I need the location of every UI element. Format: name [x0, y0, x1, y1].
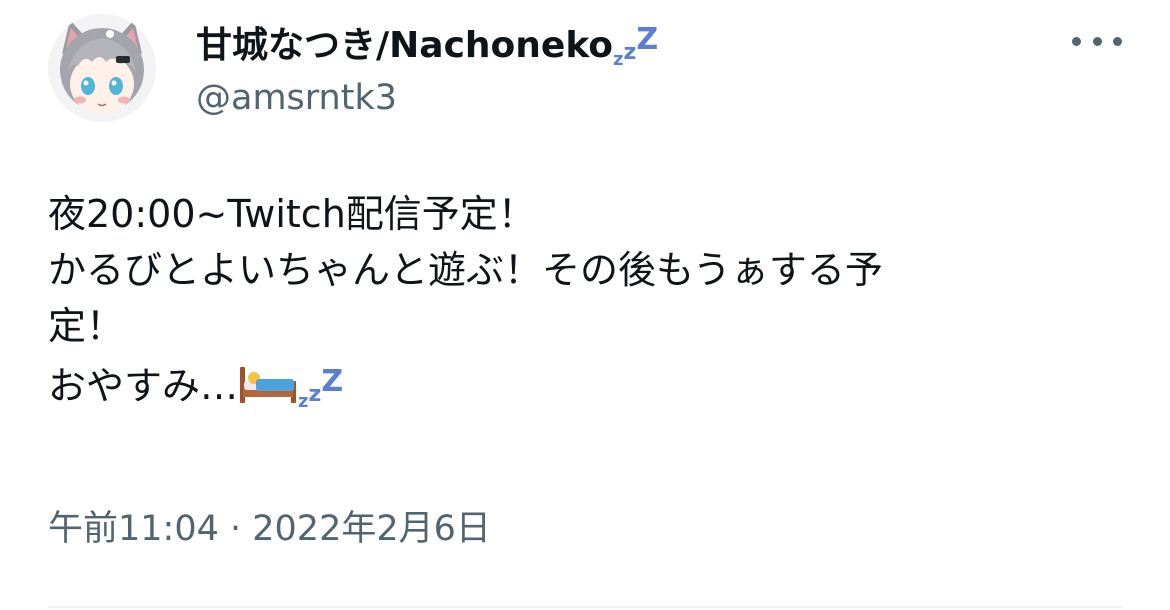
- user-handle[interactable]: @amsrntk3: [196, 76, 397, 120]
- more-dot: [1092, 36, 1102, 46]
- tweet-text: 夜20:00~Twitch配信予定！ かるびとよいちゃんと遊ぶ！その後もうぁする…: [48, 186, 1048, 430]
- tweet-line-text: おやすみ…: [48, 364, 239, 408]
- display-name-text: 甘城なつき/Nachoneko: [196, 25, 614, 66]
- tweet-line-last: おやすみ… zzZ: [48, 354, 1048, 430]
- zzz-sleep-icon: zzZ: [298, 364, 344, 412]
- tweet-date: 2022年2月6日: [252, 509, 491, 549]
- more-dot: [1113, 36, 1122, 46]
- bed-emoji-icon: [238, 361, 298, 420]
- zzz-sleep-icon: zzZ: [613, 22, 659, 70]
- tweet-line: 定！: [48, 304, 125, 348]
- more-dot: [1072, 36, 1081, 46]
- display-name[interactable]: 甘城なつき/NachonekozzZ: [196, 18, 658, 82]
- more-options-icon[interactable]: [1072, 24, 1122, 58]
- avatar[interactable]: [48, 14, 156, 122]
- divider: [48, 606, 1122, 608]
- tweet-timestamp[interactable]: 午前11:04 · 2022年2月6日: [48, 506, 491, 552]
- tweet-time: 午前11:04: [48, 509, 219, 549]
- tweet-line: かるびとよいちゃんと遊ぶ！その後もうぁする予: [48, 248, 883, 292]
- timestamp-separator: ·: [218, 509, 253, 549]
- tweet-line: 夜20:00~Twitch配信予定！: [48, 192, 536, 236]
- avatar-image: [48, 14, 156, 122]
